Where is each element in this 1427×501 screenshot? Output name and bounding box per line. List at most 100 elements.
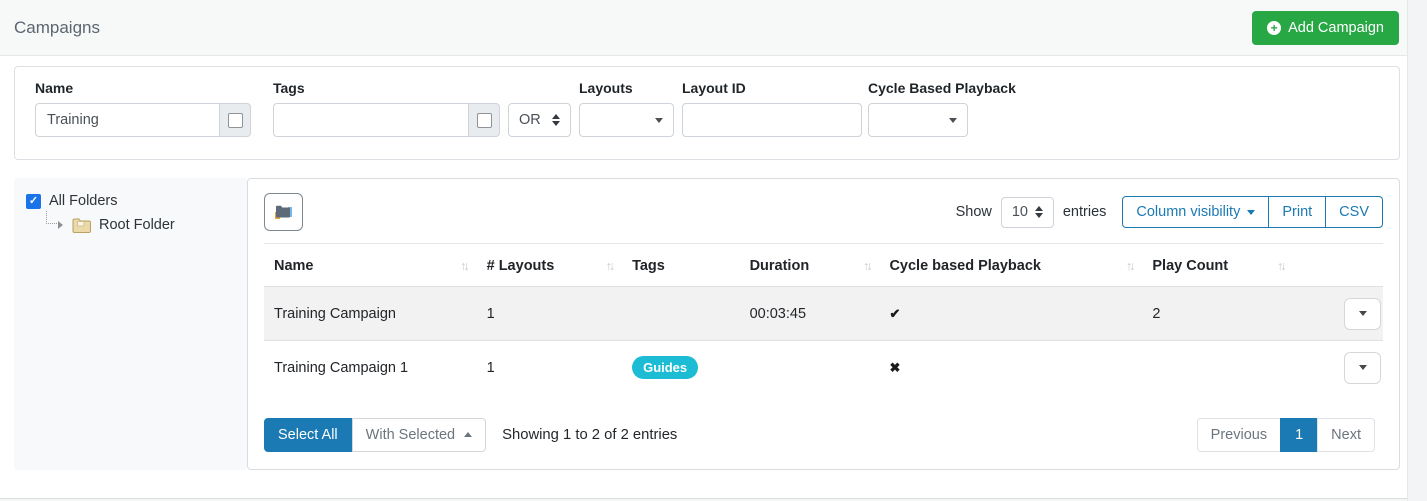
cross-icon: ✖ — [889, 360, 900, 375]
cell-num-layouts: 1 — [477, 287, 622, 341]
cell-actions — [1293, 341, 1383, 395]
cell-play-count — [1142, 341, 1293, 395]
sort-icon[interactable]: ↑↓ — [460, 259, 467, 273]
table-row[interactable]: Training Campaign 1 1 Guides ✖ — [264, 341, 1383, 395]
layout-id-filter-label: Layout ID — [682, 80, 862, 97]
cell-actions — [1293, 287, 1383, 341]
folder-icon — [72, 217, 92, 234]
expand-arrow-icon[interactable] — [58, 221, 63, 229]
page-length-select[interactable]: 10 — [1001, 197, 1054, 228]
root-folder-label: Root Folder — [99, 217, 175, 233]
pagination: Previous 1 Next — [1197, 418, 1375, 452]
tags-exact-checkbox[interactable] — [477, 113, 492, 128]
cell-name: Training Campaign — [264, 287, 477, 341]
filter-panel: Name Tags OR Layouts Layout — [14, 66, 1400, 160]
campaigns-table: Name ↑↓ # Layouts ↑↓ Tags Duration ↑↓ — [264, 243, 1383, 395]
cycle-filter-select[interactable] — [868, 103, 968, 137]
all-folders-checkbox[interactable]: ✓ — [26, 194, 41, 209]
tags-filter-label: Tags — [273, 80, 500, 97]
sort-icon[interactable]: ↑↓ — [606, 259, 613, 273]
csv-button[interactable]: CSV — [1325, 196, 1383, 228]
cell-duration — [740, 341, 880, 395]
caret-up-icon — [464, 432, 472, 437]
add-campaign-label: Add Campaign — [1288, 20, 1384, 36]
column-header-cycle-playback[interactable]: Cycle based Playback ↑↓ — [879, 244, 1142, 287]
layout-id-filter-input[interactable] — [682, 103, 862, 137]
name-filter-label: Name — [35, 80, 251, 97]
page-right-gutter — [1407, 0, 1427, 501]
cell-duration: 00:03:45 — [740, 287, 880, 341]
layouts-filter-select[interactable] — [579, 103, 674, 137]
campaigns-table-card: Show 10 entries Column visibility Print … — [247, 178, 1400, 470]
with-selected-button[interactable]: With Selected — [352, 418, 486, 452]
row-menu-button[interactable] — [1344, 352, 1381, 384]
cell-name: Training Campaign 1 — [264, 341, 477, 395]
check-icon: ✔ — [889, 306, 900, 321]
showing-entries-text: Showing 1 to 2 of 2 entries — [502, 427, 677, 443]
table-toolbar: Show 10 entries Column visibility Print … — [264, 193, 1383, 231]
caret-down-icon — [1359, 311, 1367, 316]
tree-connector — [46, 211, 57, 224]
all-folders-item[interactable]: ✓ All Folders — [26, 193, 235, 209]
cell-tags: Guides — [622, 341, 739, 395]
tag-badge: Guides — [632, 356, 698, 379]
column-header-actions — [1293, 244, 1383, 287]
chevron-down-icon — [949, 118, 957, 123]
column-visibility-button[interactable]: Column visibility — [1122, 196, 1269, 228]
folder-tree-panel: ✓ All Folders Root Folder — [14, 178, 247, 470]
name-filter-input[interactable] — [35, 103, 220, 137]
pagination-previous[interactable]: Previous — [1197, 418, 1281, 452]
column-header-name[interactable]: Name ↑↓ — [264, 244, 477, 287]
pagination-page-1[interactable]: 1 — [1280, 418, 1318, 452]
column-header-play-count[interactable]: Play Count ↑↓ — [1142, 244, 1293, 287]
table-row[interactable]: Training Campaign 1 00:03:45 ✔ 2 — [264, 287, 1383, 341]
caret-down-icon — [1359, 365, 1367, 370]
updown-arrows-icon — [552, 114, 560, 126]
export-button-group: Column visibility Print CSV — [1122, 196, 1383, 228]
sort-icon[interactable]: ↑↓ — [863, 259, 870, 273]
print-button[interactable]: Print — [1268, 196, 1326, 228]
name-filter-addon — [220, 103, 251, 137]
toggle-folder-tree-button[interactable] — [264, 193, 303, 231]
folder-tree-icon — [274, 204, 293, 220]
filter-cycle-group: Cycle Based Playback — [868, 80, 1016, 137]
all-folders-label: All Folders — [49, 193, 118, 209]
updown-arrows-icon — [1035, 206, 1043, 218]
pagination-next[interactable]: Next — [1317, 418, 1375, 452]
cell-play-count: 2 — [1142, 287, 1293, 341]
filter-name-group: Name — [35, 80, 251, 137]
add-campaign-button[interactable]: + Add Campaign — [1252, 11, 1399, 45]
chevron-down-icon — [655, 118, 663, 123]
tags-filter-addon — [469, 103, 500, 137]
table-footer: Select All With Selected Showing 1 to 2 … — [264, 418, 1383, 452]
logical-operator-value: OR — [519, 112, 541, 128]
layouts-filter-label: Layouts — [579, 80, 674, 97]
top-bar: Campaigns + Add Campaign — [0, 0, 1407, 56]
row-menu-button[interactable] — [1344, 298, 1381, 330]
filter-tags-group: Tags — [273, 80, 500, 137]
tags-filter-input[interactable] — [273, 103, 469, 137]
cell-cycle-playback: ✖ — [879, 341, 1142, 395]
cell-tags — [622, 287, 739, 341]
caret-down-icon — [1247, 210, 1255, 215]
column-header-tags[interactable]: Tags — [622, 244, 739, 287]
show-label: Show — [956, 204, 992, 220]
filter-layouts-group: Layouts — [579, 80, 674, 137]
entries-label: entries — [1063, 204, 1107, 220]
name-regex-checkbox[interactable] — [228, 113, 243, 128]
table-header-row: Name ↑↓ # Layouts ↑↓ Tags Duration ↑↓ — [264, 244, 1383, 287]
cell-cycle-playback: ✔ — [879, 287, 1142, 341]
page-title: Campaigns — [14, 18, 100, 38]
filter-layout-id-group: Layout ID — [682, 80, 862, 137]
root-folder-item[interactable]: Root Folder — [26, 213, 235, 237]
column-header-layouts[interactable]: # Layouts ↑↓ — [477, 244, 622, 287]
cell-num-layouts: 1 — [477, 341, 622, 395]
plus-circle-icon: + — [1267, 21, 1281, 35]
page-length-value: 10 — [1012, 204, 1028, 220]
column-header-duration[interactable]: Duration ↑↓ — [740, 244, 880, 287]
logical-operator-select[interactable]: OR — [508, 103, 571, 137]
sort-icon[interactable]: ↑↓ — [1126, 259, 1133, 273]
filter-operator-group: OR — [508, 80, 571, 137]
select-all-button[interactable]: Select All — [264, 418, 352, 452]
sort-icon[interactable]: ↑↓ — [1277, 259, 1284, 273]
